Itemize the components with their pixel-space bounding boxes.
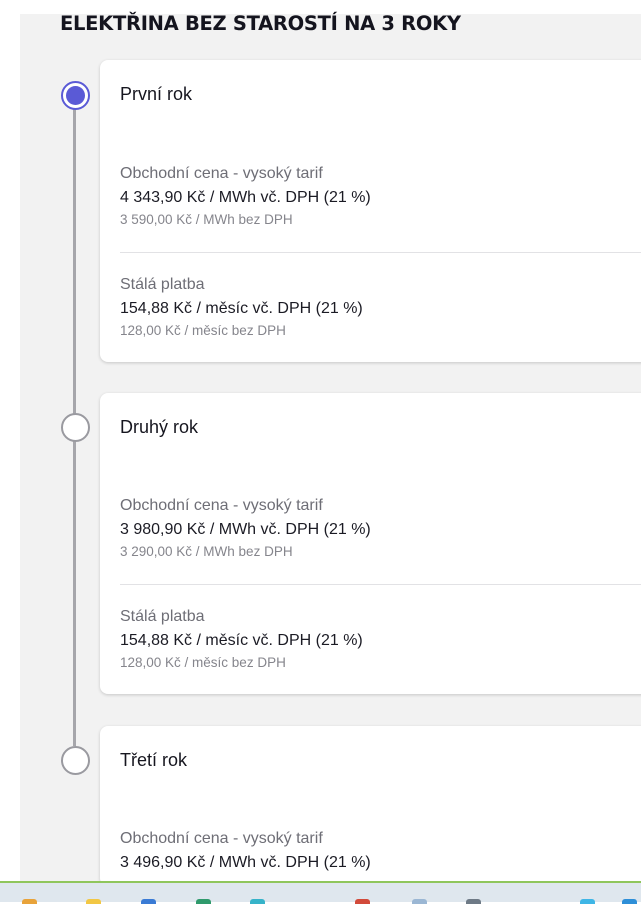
year-card-3: Třetí rok Obchodní cena - vysoký tarif 3… <box>100 726 641 886</box>
divider <box>120 252 641 253</box>
year-card-title: První rok <box>120 84 193 104</box>
divider <box>120 584 641 585</box>
timeline-node-year-3 <box>61 746 90 775</box>
year-card-1: První rok Obchodní cena - vysoký tarif 4… <box>100 60 641 362</box>
fixed-fee-block: Stálá platba 154,88 Kč / měsíc vč. DPH (… <box>120 275 363 339</box>
windows-taskbar <box>0 881 641 904</box>
timeline-node-year-2 <box>61 413 90 442</box>
energy-price-label: Obchodní cena - vysoký tarif <box>120 830 323 847</box>
fixed-fee-with-vat: 154,88 Kč / měsíc vč. DPH (21 %) <box>120 300 363 317</box>
energy-price-with-vat: 4 343,90 Kč / MWh vč. DPH (21 %) <box>120 189 371 206</box>
fixed-fee-label: Stálá platba <box>120 608 205 625</box>
energy-price-block: Obchodní cena - vysoký tarif 3 980,90 Kč… <box>120 496 371 560</box>
fixed-fee-label: Stálá platba <box>120 276 205 293</box>
fixed-fee-without-vat: 128,00 Kč / měsíc bez DPH <box>120 655 286 670</box>
energy-price-without-vat: 3 290,00 Kč / MWh bez DPH <box>120 544 293 559</box>
energy-price-without-vat: 3 590,00 Kč / MWh bez DPH <box>120 212 293 227</box>
page-title: ELEKTŘINA BEZ STAROSTÍ NA 3 ROKY <box>60 12 461 35</box>
fixed-fee-without-vat: 128,00 Kč / měsíc bez DPH <box>120 323 286 338</box>
energy-price-label: Obchodní cena - vysoký tarif <box>120 497 323 514</box>
energy-price-label: Obchodní cena - vysoký tarif <box>120 165 323 182</box>
fixed-fee-with-vat: 154,88 Kč / měsíc vč. DPH (21 %) <box>120 632 363 649</box>
energy-price-block: Obchodní cena - vysoký tarif 3 496,90 Kč… <box>120 829 371 873</box>
energy-price-block: Obchodní cena - vysoký tarif 4 343,90 Kč… <box>120 164 371 228</box>
energy-price-with-vat: 3 980,90 Kč / MWh vč. DPH (21 %) <box>120 521 371 538</box>
fixed-fee-block: Stálá platba 154,88 Kč / měsíc vč. DPH (… <box>120 607 363 671</box>
year-card-title: Třetí rok <box>120 750 188 770</box>
year-card-title: Druhý rok <box>120 417 199 437</box>
energy-price-with-vat: 3 496,90 Kč / MWh vč. DPH (21 %) <box>120 854 371 871</box>
timeline-node-year-1-active <box>61 81 90 110</box>
year-card-2: Druhý rok Obchodní cena - vysoký tarif 3… <box>100 393 641 694</box>
